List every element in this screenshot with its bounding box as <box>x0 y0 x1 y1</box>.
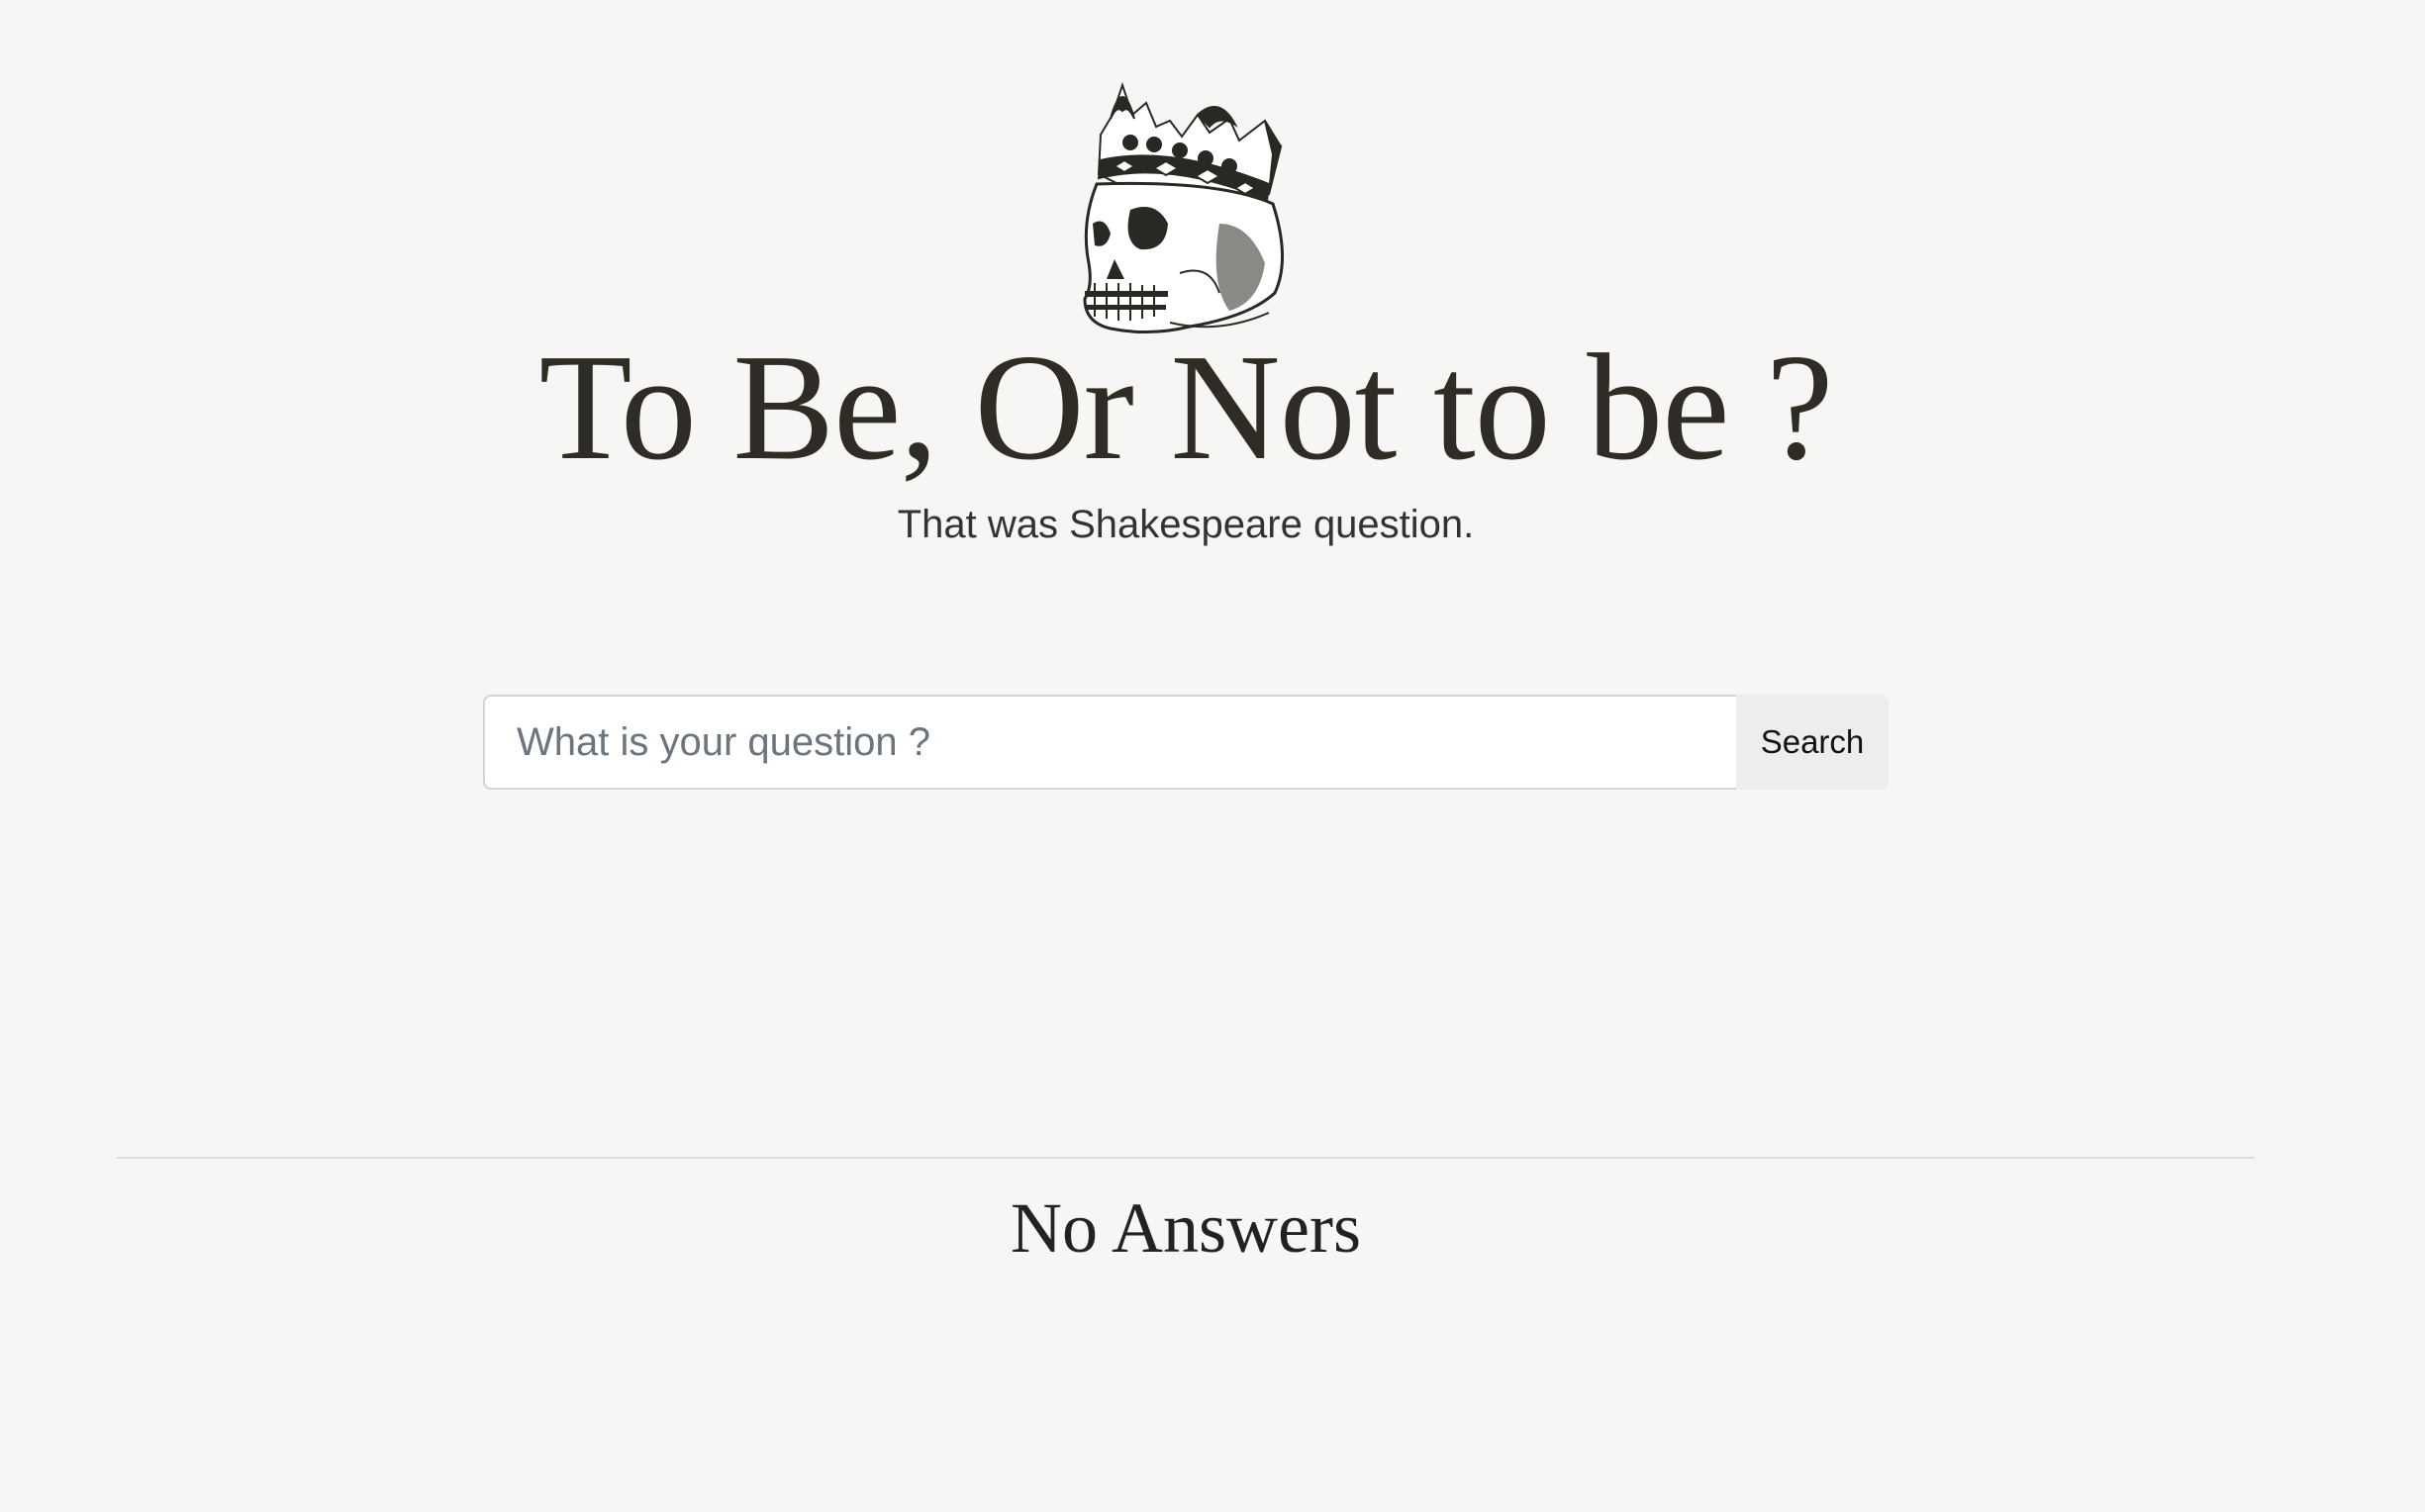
search-button[interactable]: Search <box>1736 695 1889 790</box>
search-form: Search <box>483 695 1889 790</box>
crowned-skull-icon <box>1083 81 1284 334</box>
page-subtitle: That was Shakespeare question. <box>897 503 1475 546</box>
page: To Be, Or Not to be ? That was Shakespea… <box>0 0 2425 1512</box>
divider <box>117 1157 2255 1159</box>
page-title: To Be, Or Not to be ? <box>538 324 1834 492</box>
answers-heading: No Answers <box>1011 1188 1361 1268</box>
search-input[interactable] <box>483 695 1736 790</box>
